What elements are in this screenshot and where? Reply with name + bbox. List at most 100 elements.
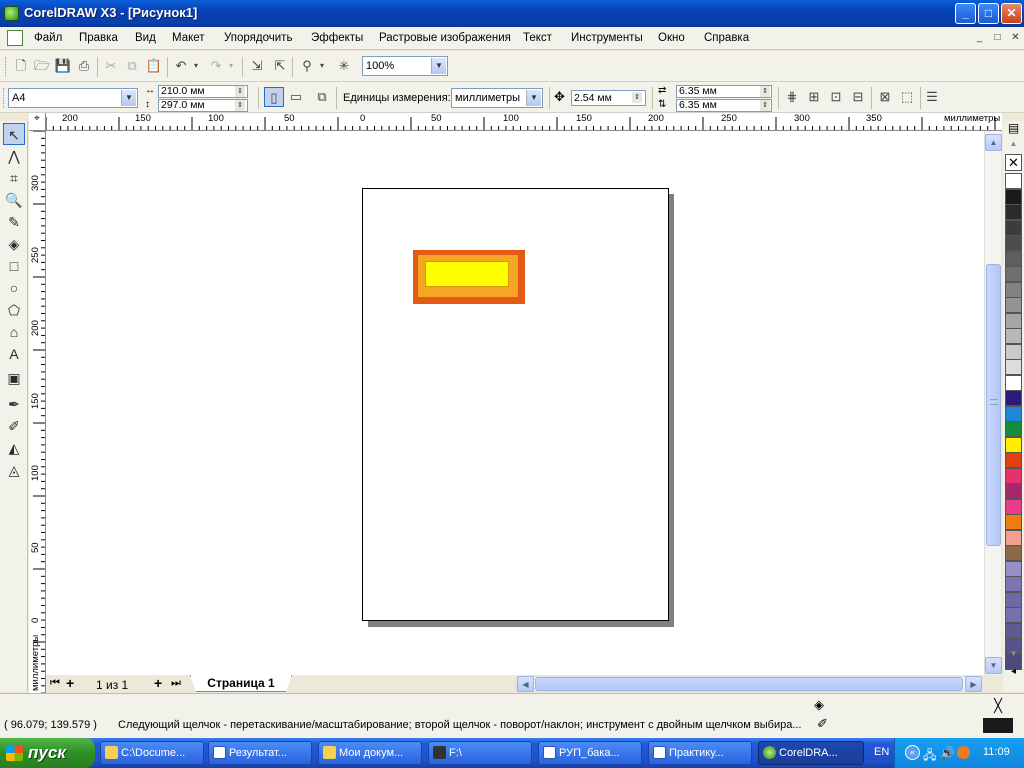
yellow-rectangle-object[interactable] xyxy=(425,261,509,287)
color-swatch[interactable] xyxy=(1005,359,1022,375)
color-swatch[interactable] xyxy=(1005,436,1022,453)
freehand-tool-icon[interactable]: ✎ xyxy=(3,211,25,233)
nudge-spin-icon[interactable]: ⇕ xyxy=(632,92,642,103)
color-swatch[interactable] xyxy=(1005,390,1022,406)
polygon-tool-icon[interactable]: ⬠ xyxy=(3,299,25,321)
toolbar-grip[interactable] xyxy=(5,57,8,77)
drawing-canvas[interactable] xyxy=(46,131,984,675)
chevron-down-icon[interactable]: ▼ xyxy=(121,90,136,106)
vertical-ruler[interactable]: 300 250 200 150 100 50 0 миллиметры xyxy=(29,131,46,695)
pick-tool-icon[interactable]: ↖ xyxy=(3,123,25,145)
ruler-origin-icon[interactable]: ⌖ xyxy=(29,113,46,131)
application-launcher-icon[interactable]: ⚲ xyxy=(297,56,317,76)
portrait-icon[interactable]: ▯ xyxy=(264,87,284,107)
color-swatch[interactable] xyxy=(1005,343,1022,360)
add-page-after-icon[interactable]: + xyxy=(154,675,162,691)
horizontal-scroll-thumb[interactable] xyxy=(535,677,963,691)
color-swatch[interactable] xyxy=(1005,374,1022,391)
eyedropper-tool-icon[interactable]: ✒ xyxy=(3,393,25,415)
duplicate-x-field[interactable]: 6.35 мм xyxy=(676,85,772,98)
task-word-results[interactable]: Результат... xyxy=(208,741,312,765)
new-document-icon[interactable]: 🗋 xyxy=(11,56,31,76)
outline-tool-icon[interactable]: ✐ xyxy=(3,415,25,437)
interactive-blend-tool-icon[interactable]: ▣ xyxy=(3,367,25,389)
duplicate-y-field[interactable]: 6.35 мм xyxy=(676,99,772,112)
options-icon[interactable]: ☰ xyxy=(922,87,942,107)
clock[interactable]: 11:09 xyxy=(983,746,1010,758)
redo-dropdown-icon[interactable]: ▾ xyxy=(225,56,237,76)
doc-restore-button[interactable]: □ xyxy=(990,31,1005,45)
menu-arrange[interactable]: Упорядочить xyxy=(224,32,292,44)
color-swatch[interactable] xyxy=(1005,328,1022,344)
menu-layout[interactable]: Макет xyxy=(172,32,205,44)
volume-icon[interactable]: 🔊 xyxy=(940,746,955,760)
outline-color-swatch[interactable] xyxy=(983,718,1013,733)
scroll-down-icon[interactable]: ▼ xyxy=(985,657,1002,674)
close-button[interactable]: ✕ xyxy=(1001,3,1022,24)
paste-icon[interactable]: 📋 xyxy=(144,56,164,76)
menu-view[interactable]: Вид xyxy=(135,32,156,44)
open-icon[interactable]: 🗁 xyxy=(32,56,52,76)
snap-to-grid-icon[interactable]: ⋕ xyxy=(782,87,802,107)
snap-to-objects-icon[interactable]: ⊡ xyxy=(826,87,846,107)
dup-x-spin-icon[interactable]: ⇕ xyxy=(760,86,770,97)
no-color-swatch-icon[interactable]: ✕ xyxy=(1005,154,1022,171)
color-swatch[interactable] xyxy=(1005,173,1022,189)
scroll-right-icon[interactable]: ▶ xyxy=(965,676,982,692)
task-coreldraw[interactable]: CorelDRA... xyxy=(758,741,864,765)
text-tool-icon[interactable]: A xyxy=(3,343,25,365)
start-button[interactable]: пуск xyxy=(0,738,95,768)
copy-icon[interactable]: ⧉ xyxy=(122,56,142,76)
shape-tool-icon[interactable]: ⋀ xyxy=(3,145,25,167)
palette-scroll-up-icon[interactable]: ▲ xyxy=(1005,139,1022,153)
ellipse-tool-icon[interactable]: ○ xyxy=(3,277,25,299)
task-explorer-documents[interactable]: C:\Docume... xyxy=(100,741,204,765)
smart-fill-tool-icon[interactable]: ◈ xyxy=(3,233,25,255)
color-swatch[interactable] xyxy=(1005,529,1022,546)
print-icon[interactable]: ⎙ xyxy=(74,56,94,76)
document-icon[interactable] xyxy=(7,30,23,46)
menu-tools[interactable]: Инструменты xyxy=(571,32,643,44)
add-page-before-icon[interactable]: + xyxy=(66,675,74,691)
color-swatch[interactable] xyxy=(1005,266,1022,282)
color-swatch[interactable] xyxy=(1005,219,1022,236)
vertical-scroll-thumb[interactable] xyxy=(986,264,1001,546)
task-drive-f[interactable]: F:\ xyxy=(428,741,532,765)
menu-effects[interactable]: Эффекты xyxy=(311,32,363,44)
palette-scroll-down-icon[interactable]: ▼ xyxy=(1005,649,1022,663)
palette-expand-icon[interactable]: ◂ xyxy=(1005,666,1022,680)
fill-tool-icon[interactable]: ◭ xyxy=(3,437,25,459)
crop-tool-icon[interactable]: ⌗ xyxy=(3,167,25,189)
launcher-dropdown-icon[interactable]: ▾ xyxy=(316,56,328,76)
color-swatch[interactable] xyxy=(1005,514,1022,530)
menu-text[interactable]: Текст xyxy=(523,32,552,44)
doc-close-button[interactable]: ✕ xyxy=(1008,31,1023,45)
task-word-practicum[interactable]: Практику... xyxy=(648,741,752,765)
color-swatch[interactable] xyxy=(1005,281,1022,298)
draw-wireframe-icon[interactable]: ⬚ xyxy=(897,87,917,107)
all-pages-icon[interactable]: ⧉ xyxy=(312,87,332,107)
palette-menu-icon[interactable]: ▤ xyxy=(1005,121,1022,137)
menu-bitmaps[interactable]: Растровые изображения xyxy=(379,32,511,44)
menu-file[interactable]: Файл xyxy=(34,32,62,44)
menu-help[interactable]: Справка xyxy=(704,32,749,44)
save-icon[interactable]: 💾 xyxy=(53,56,73,76)
color-swatch[interactable] xyxy=(1005,607,1022,623)
undo-dropdown-icon[interactable]: ▾ xyxy=(190,56,202,76)
menu-window[interactable]: Окно xyxy=(658,32,685,44)
dup-y-spin-icon[interactable]: ⇕ xyxy=(760,100,770,111)
rectangle-tool-icon[interactable]: □ xyxy=(3,255,25,277)
minimize-button[interactable]: _ xyxy=(955,3,976,24)
task-word-rup[interactable]: РУП_бака... xyxy=(538,741,642,765)
export-icon[interactable]: ⇱ xyxy=(270,56,290,76)
import-icon[interactable]: ⇲ xyxy=(247,56,267,76)
color-swatch[interactable] xyxy=(1005,188,1022,205)
doc-minimize-button[interactable]: _ xyxy=(972,31,987,45)
color-swatch[interactable] xyxy=(1005,622,1022,639)
basic-shapes-tool-icon[interactable]: ⌂ xyxy=(3,321,25,343)
color-swatch[interactable] xyxy=(1005,498,1022,515)
paper-size-select[interactable]: A4 ▼ xyxy=(8,88,138,108)
color-swatch[interactable] xyxy=(1005,421,1022,437)
units-select[interactable]: миллиметры ▼ xyxy=(451,88,543,108)
height-spin-icon[interactable]: ⇕ xyxy=(235,100,245,111)
